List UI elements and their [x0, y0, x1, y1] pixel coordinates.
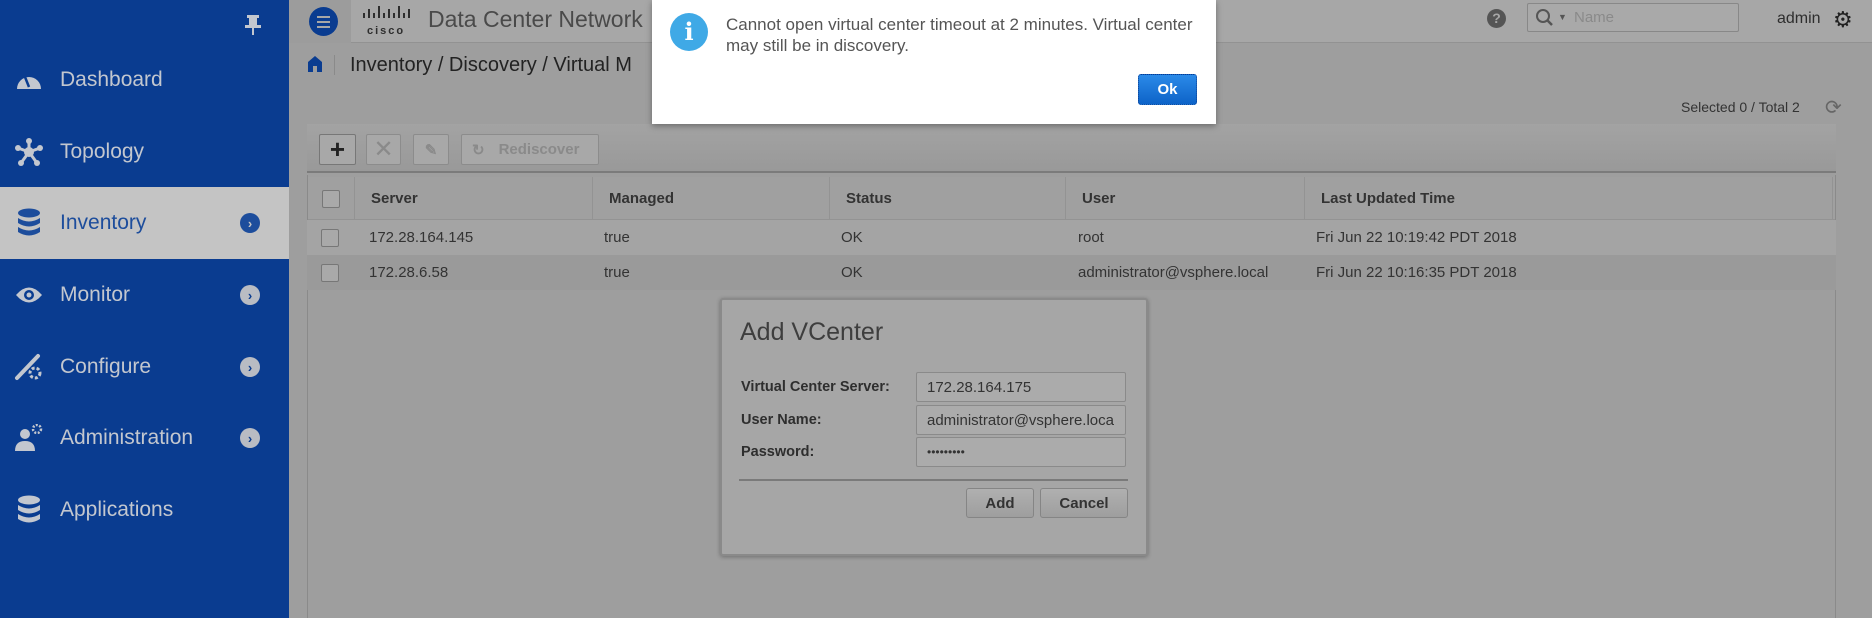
sidebar-item-label: Monitor [60, 283, 131, 306]
sidebar-item-label: Inventory [60, 211, 147, 234]
cisco-logo: cisco [362, 6, 414, 37]
username-label: User Name: [741, 412, 822, 428]
chevron-right-icon[interactable]: › [240, 428, 260, 448]
select-all-checkbox-cell [308, 177, 355, 220]
gear-icon[interactable]: ⚙ [1833, 7, 1853, 33]
close-icon: ✕ [373, 136, 394, 163]
sidebar-item-topology[interactable]: Topology [0, 116, 289, 188]
ok-button[interactable]: Ok [1138, 74, 1197, 105]
column-header-managed[interactable]: Managed [593, 177, 830, 220]
select-all-checkbox[interactable] [322, 189, 340, 208]
sidebar-item-label: Dashboard [60, 68, 163, 91]
breadcrumb: Inventory / Discovery / Virtual M [350, 54, 632, 76]
database-icon [14, 208, 44, 238]
sidebar-item-label: Administration [60, 426, 194, 449]
breadcrumb-divider [334, 55, 335, 75]
search-input[interactable]: ▼ Name [1527, 3, 1739, 32]
sidebar-item-label: Topology [60, 140, 145, 163]
sidebar-item-dashboard[interactable]: Dashboard [0, 44, 289, 116]
edit-button[interactable]: ✎ [413, 134, 449, 165]
sidebar-item-label: Applications [60, 498, 174, 521]
pin-icon[interactable] [244, 14, 262, 42]
refresh-icon[interactable]: ⟳ [1825, 95, 1842, 120]
last-updated-cell: Fri Jun 22 10:16:35 PDT 2018 [1316, 264, 1517, 281]
add-button[interactable]: + [319, 134, 356, 165]
sidebar-item-administration[interactable]: Administration › [0, 402, 289, 474]
dashboard-icon [14, 65, 44, 95]
sidebar-item-inventory[interactable]: Inventory › [0, 187, 289, 259]
add-button[interactable]: Add [966, 488, 1034, 518]
managed-cell: true [604, 229, 630, 246]
search-icon [1535, 8, 1555, 33]
sidebar: Dashboard Topology Inventory › Monitor ›… [0, 0, 289, 618]
username-input[interactable]: administrator@vsphere.loca [916, 405, 1126, 435]
column-header-status[interactable]: Status [830, 177, 1066, 220]
column-header-server[interactable]: Server [355, 177, 593, 220]
alert-dialog: i Cannot open virtual center timeout at … [652, 0, 1216, 124]
password-label: Password: [741, 444, 815, 460]
admin-icon [14, 423, 44, 453]
managed-cell: true [604, 264, 630, 281]
row-checkbox[interactable] [321, 228, 339, 247]
home-icon[interactable] [307, 55, 323, 78]
server-label: Virtual Center Server: [741, 379, 890, 395]
pencil-icon: ✎ [424, 141, 438, 159]
topology-icon [14, 137, 44, 167]
menu-toggle[interactable] [289, 0, 351, 43]
configure-icon [14, 352, 44, 382]
dialog-divider [739, 479, 1128, 481]
dialog-title: Add VCenter [740, 318, 884, 346]
selection-status: Selected 0 / Total 2 [1681, 99, 1800, 115]
table-row[interactable]: 172.28.6.58 true OK administrator@vspher… [307, 255, 1836, 290]
user-menu[interactable]: admin [1777, 10, 1821, 28]
info-icon: i [670, 13, 708, 51]
server-input[interactable]: 172.28.164.175 [916, 372, 1126, 402]
status-cell: OK [841, 229, 863, 246]
help-icon[interactable]: ? [1487, 9, 1506, 28]
server-cell: 172.28.6.58 [369, 264, 449, 281]
sidebar-item-applications[interactable]: Applications [0, 474, 289, 546]
hamburger-icon [309, 7, 338, 36]
rediscover-button[interactable]: ↻ Rediscover [461, 134, 599, 165]
eye-icon [14, 280, 44, 310]
table-row[interactable]: 172.28.164.145 true OK root Fri Jun 22 1… [307, 220, 1836, 255]
password-input[interactable]: ••••••••• [916, 437, 1126, 467]
status-cell: OK [841, 264, 863, 281]
chevron-right-icon[interactable]: › [240, 285, 260, 305]
search-dropdown-icon[interactable]: ▼ [1558, 12, 1567, 22]
delete-button[interactable]: ✕ [366, 134, 401, 165]
column-header-user[interactable]: User [1066, 177, 1305, 220]
row-checkbox[interactable] [321, 263, 339, 282]
alert-message: Cannot open virtual center timeout at 2 … [726, 15, 1193, 55]
user-cell: administrator@vsphere.local [1078, 264, 1269, 281]
sidebar-item-monitor[interactable]: Monitor › [0, 259, 289, 331]
last-updated-cell: Fri Jun 22 10:19:42 PDT 2018 [1316, 229, 1517, 246]
rediscover-icon: ↻ [472, 141, 485, 159]
sidebar-item-configure[interactable]: Configure › [0, 331, 289, 403]
search-placeholder: Name [1574, 9, 1615, 26]
user-cell: root [1078, 229, 1104, 246]
app-title: Data Center Network [428, 6, 643, 32]
database-icon [14, 495, 44, 525]
server-cell: 172.28.164.145 [369, 229, 474, 246]
sidebar-item-label: Configure [60, 355, 152, 378]
cancel-button[interactable]: Cancel [1040, 488, 1128, 518]
chevron-right-icon[interactable]: › [240, 357, 260, 377]
chevron-right-icon[interactable]: › [240, 213, 260, 233]
column-header-last-updated[interactable]: Last Updated Time [1305, 177, 1833, 220]
